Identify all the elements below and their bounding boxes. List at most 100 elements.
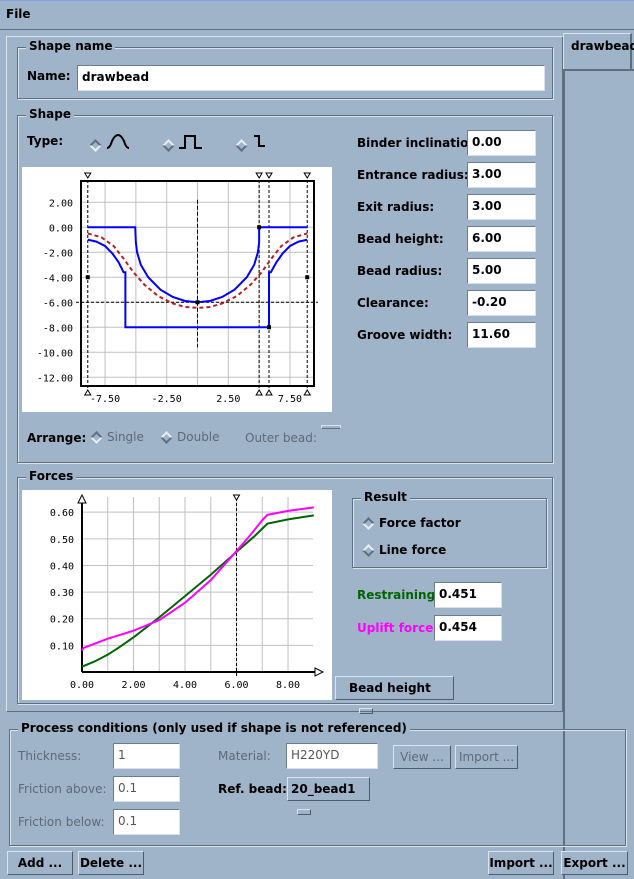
x-tick-label: 6.00 xyxy=(224,680,248,691)
radio-unselected-icon xyxy=(160,431,173,444)
thickness-label: Thickness: xyxy=(18,749,82,763)
friction-above-label: Friction above: xyxy=(18,782,107,796)
param-input[interactable]: 3.00 xyxy=(467,194,536,220)
arrange-double-label: Double xyxy=(177,430,220,444)
param-label: Clearance: xyxy=(357,296,429,310)
radio-unselected-icon xyxy=(235,139,248,152)
view-material-button[interactable]: View ... xyxy=(393,745,451,769)
x-tick-label: 7.50 xyxy=(278,394,302,405)
shape-legend: Shape xyxy=(26,107,75,121)
import-button[interactable]: Import ... xyxy=(488,851,554,875)
force-factor-radio[interactable]: Force factor xyxy=(362,516,461,530)
y-tick-label: -4.00 xyxy=(43,273,73,284)
line-force-label: Line force xyxy=(379,543,447,557)
forces-chart-svg: 0.00 2.00 4.00 6.00 8.00 0.60 0.50 0.40 0.30 0.20… xyxy=(50,493,325,691)
y-tick-label: 0.50 xyxy=(50,535,74,546)
y-tick-label: 0.60 xyxy=(50,508,74,519)
param-label: Entrance radius: xyxy=(357,168,469,182)
radio-selected-icon xyxy=(362,517,375,530)
ref-bead-select[interactable]: 20_bead1 xyxy=(287,777,370,815)
y-tick-label: 0.30 xyxy=(50,588,74,599)
menu-bar: File xyxy=(0,0,634,30)
handle-icon xyxy=(255,172,264,179)
radio-unselected-icon xyxy=(162,139,175,152)
x-tick-label: 2.00 xyxy=(121,680,145,691)
restraining-label: Restraining: xyxy=(357,588,440,602)
name-label: Name: xyxy=(27,69,71,83)
name-input[interactable]: drawbead xyxy=(77,65,545,91)
param-input[interactable]: 6.00 xyxy=(467,226,536,252)
delete-button[interactable]: Delete ... xyxy=(78,851,144,875)
material-input[interactable]: H220YD xyxy=(286,743,378,769)
result-group: Result xyxy=(352,490,547,568)
param-label: Exit radius: xyxy=(357,200,435,214)
x-tick-label: 2.50 xyxy=(216,394,240,405)
round-bead-icon xyxy=(106,134,130,149)
param-label: Bead height: xyxy=(357,232,444,246)
control-point xyxy=(257,225,262,230)
type-step-radio[interactable] xyxy=(235,133,268,152)
type-square-radio[interactable] xyxy=(162,133,203,152)
add-button[interactable]: Add ... xyxy=(7,851,73,875)
y-tick-label: -6.00 xyxy=(43,298,73,309)
ref-bead-value: 20_bead1 xyxy=(291,782,356,796)
export-button[interactable]: Export ... xyxy=(561,851,628,875)
control-point xyxy=(267,325,272,330)
x-axis-selector-label: Bead height xyxy=(349,681,431,695)
param-input[interactable]: 5.00 xyxy=(467,258,536,284)
arrange-single-radio[interactable]: Single xyxy=(90,430,144,444)
y-tick-label: -12.00 xyxy=(37,373,73,384)
ref-bead-label: Ref. bead: xyxy=(218,782,287,796)
handle-icon xyxy=(255,389,264,396)
option-menu-icon xyxy=(359,707,373,714)
process-legend: Process conditions (only used if shape i… xyxy=(18,721,410,735)
force-factor-label: Force factor xyxy=(379,516,461,530)
y-tick-label: 0.20 xyxy=(50,615,74,626)
y-tick-label: -10.00 xyxy=(37,348,73,359)
outer-bead-toggle[interactable] xyxy=(321,425,341,429)
arrange-double-radio[interactable]: Double xyxy=(160,430,220,444)
step-bead-icon xyxy=(254,135,265,147)
x-tick-label: -2.50 xyxy=(152,394,182,405)
shape-plot[interactable]: -7.50 -2.50 2.50 7.50 2.00 0.00 -2.00 -4.00 -6.0… xyxy=(22,167,332,412)
shape-name-legend: Shape name xyxy=(26,39,116,53)
param-input[interactable]: 3.00 xyxy=(467,162,536,188)
handle-icon xyxy=(303,389,312,396)
series-line-1 xyxy=(81,506,314,652)
option-menu-icon xyxy=(297,808,311,815)
import-material-button[interactable]: Import ... xyxy=(455,745,518,769)
param-input[interactable]: 0.00 xyxy=(467,130,536,156)
handle-icon xyxy=(232,494,241,501)
forces-plot[interactable]: 0.00 2.00 4.00 6.00 8.00 0.60 0.50 0.40 0.30 0.20… xyxy=(22,490,332,700)
x-axis-arrow-icon xyxy=(314,667,325,677)
y-tick-label: -8.00 xyxy=(43,323,73,334)
radio-unselected-icon xyxy=(362,544,375,557)
handle-icon xyxy=(303,172,312,179)
param-input[interactable]: 11.60 xyxy=(467,322,536,348)
param-input[interactable]: -0.20 xyxy=(467,290,536,316)
menu-file[interactable]: File xyxy=(6,7,31,21)
type-label: Type: xyxy=(27,134,64,148)
param-label: Bead radius: xyxy=(357,264,443,278)
tab-label: drawbead xyxy=(571,39,634,53)
forces-legend: Forces xyxy=(26,469,77,483)
friction-below-input[interactable]: 0.1 xyxy=(113,809,180,835)
radio-selected-icon xyxy=(89,139,102,152)
friction-above-input[interactable]: 0.1 xyxy=(113,776,180,802)
thickness-input[interactable]: 1 xyxy=(113,743,180,769)
uplift-label: Uplift force: xyxy=(357,621,439,635)
y-tick-label: -2.00 xyxy=(43,248,73,259)
restraining-value[interactable]: 0.451 xyxy=(434,582,502,608)
shape-chart-svg: -7.50 -2.50 2.50 7.50 2.00 0.00 -2.00 -4.00 -6.0… xyxy=(37,172,318,405)
tab-drawbead[interactable]: drawbead xyxy=(563,33,634,69)
uplift-value[interactable]: 0.454 xyxy=(434,615,502,641)
line-force-radio[interactable]: Line force xyxy=(362,543,447,557)
x-tick-label: 0.00 xyxy=(70,680,94,691)
control-point xyxy=(85,275,90,280)
square-bead-icon xyxy=(179,135,202,149)
x-tick-label: 4.00 xyxy=(173,680,197,691)
y-axis-arrow-icon xyxy=(77,493,87,504)
type-round-radio[interactable] xyxy=(89,133,130,152)
x-axis-selector[interactable]: Bead height xyxy=(335,676,454,714)
x-tick-label: 8.00 xyxy=(276,680,300,691)
